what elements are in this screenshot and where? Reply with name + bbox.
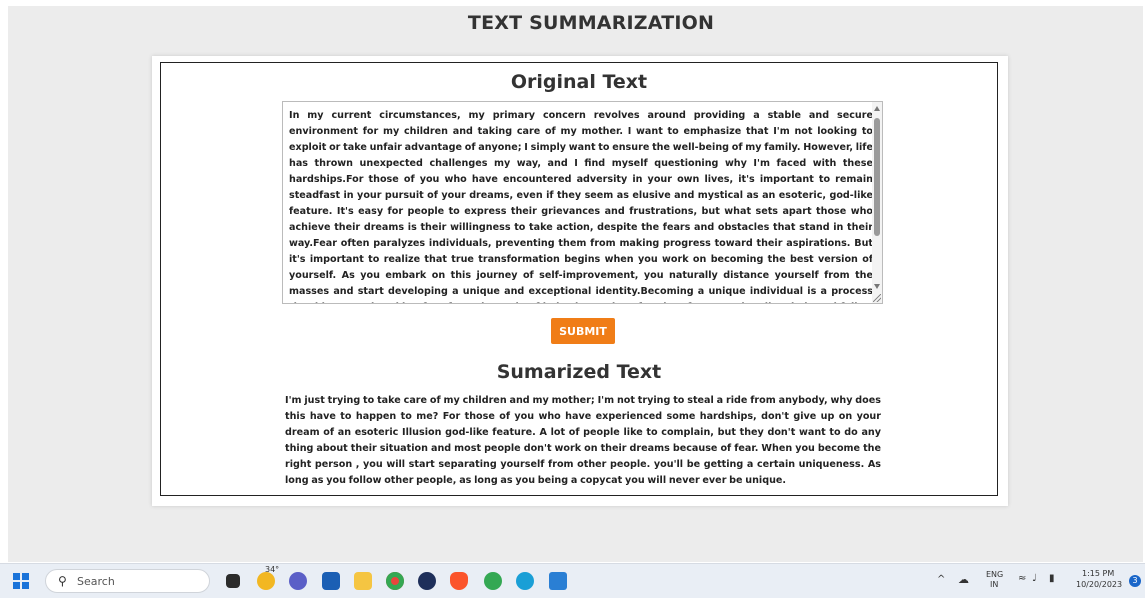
cloud-icon[interactable]: ☁	[958, 573, 969, 586]
search-icon: ⚲	[58, 574, 67, 588]
clock-time[interactable]: 1:15 PM	[1082, 569, 1114, 578]
language-label[interactable]: ENG	[986, 570, 1003, 579]
card-frame: Original Text In my current circumstance…	[160, 62, 998, 496]
taskbar-search-input[interactable]: ⚲ Search	[45, 569, 210, 593]
chat-icon[interactable]	[289, 572, 307, 590]
scroll-up-arrow-icon[interactable]	[874, 106, 880, 111]
folder-icon[interactable]	[354, 572, 372, 590]
windows-start-icon[interactable]	[13, 573, 29, 589]
summarizer-card: Original Text In my current circumstance…	[152, 56, 1008, 506]
chrome-beta-icon[interactable]	[484, 572, 502, 590]
browser-icon[interactable]	[418, 572, 436, 590]
edge-icon[interactable]	[516, 572, 534, 590]
original-text-input[interactable]: In my current circumstances, my primary …	[282, 101, 883, 304]
vscode-icon[interactable]	[549, 572, 567, 590]
volume-icon[interactable]: ♩	[1032, 573, 1037, 584]
textarea-scrollbar[interactable]	[872, 102, 882, 303]
clock-date[interactable]: 10/20/2023	[1076, 580, 1122, 589]
original-text-heading: Original Text	[510, 71, 648, 93]
store-icon[interactable]	[322, 572, 340, 590]
wifi-icon[interactable]: ≈	[1018, 573, 1026, 584]
page-title: TEXT SUMMARIZATION	[467, 12, 715, 34]
search-placeholder: Search	[77, 575, 115, 588]
resize-handle-icon[interactable]	[873, 294, 881, 302]
summarized-text-heading: Sumarized Text	[496, 361, 662, 383]
browser-viewport: TEXT SUMMARIZATION Original Text In my c…	[8, 6, 1143, 562]
weather-icon[interactable]	[257, 572, 275, 590]
brave-icon[interactable]	[450, 572, 468, 590]
chevron-up-icon[interactable]: ^	[937, 574, 945, 585]
taskbar: ⚲ Search 34° ^ ☁ ENG IN ≈ ♩ ▮ 1:15 PM 10…	[0, 563, 1145, 598]
submit-button[interactable]: SUBMIT	[551, 318, 615, 344]
summarized-text-content: I'm just trying to take care of my child…	[285, 395, 881, 486]
battery-icon[interactable]: ▮	[1049, 573, 1055, 584]
original-text-content: In my current circumstances, my primary …	[289, 110, 873, 303]
weather-temp: 34°	[265, 565, 280, 574]
scroll-down-arrow-icon[interactable]	[874, 284, 880, 289]
notification-badge[interactable]: 3	[1129, 575, 1141, 587]
chrome-icon[interactable]	[386, 572, 404, 590]
scroll-thumb[interactable]	[874, 118, 880, 236]
file-explorer-icon[interactable]	[226, 574, 240, 588]
region-label[interactable]: IN	[990, 580, 998, 589]
